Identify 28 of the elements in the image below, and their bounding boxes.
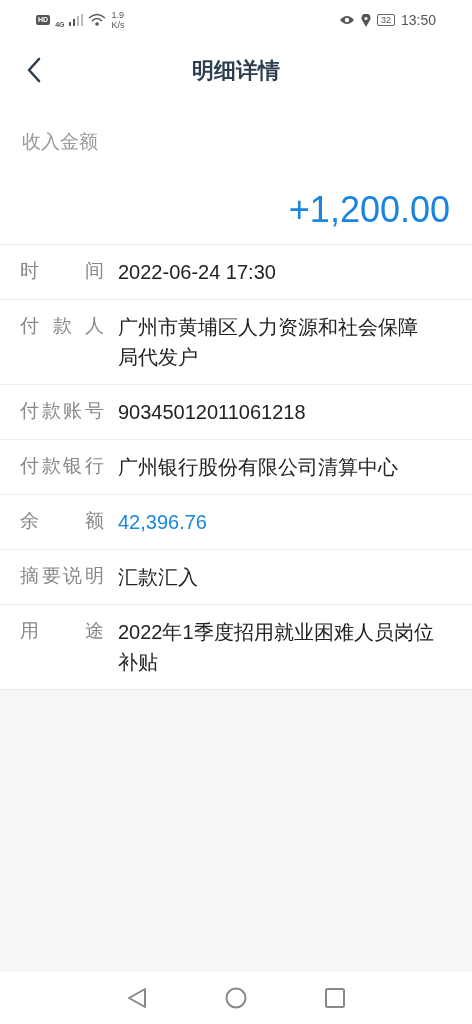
detail-label: 摘要说明 <box>20 564 104 588</box>
detail-label: 付款银行 <box>20 454 104 478</box>
wifi-icon <box>88 13 107 27</box>
detail-value: 广州市黄埔区人力资源和社会保障局代发户 <box>118 315 419 370</box>
network-speed: 1.9 <box>111 10 125 20</box>
home-nav-button[interactable] <box>225 987 247 1009</box>
location-icon <box>360 13 371 27</box>
battery-icon: 32 <box>376 14 395 26</box>
speed-unit: K/s <box>111 20 125 30</box>
detail-label: 付款账号 <box>20 399 104 423</box>
recents-nav-button[interactable] <box>325 988 345 1008</box>
detail-label: 付款人 <box>20 314 104 338</box>
detail-label: 时间 <box>20 259 104 283</box>
detail-value: 广州银行股份有限公司清算中心 <box>118 455 398 480</box>
income-amount: +1,200.00 <box>288 187 450 232</box>
detail-value: 汇款汇入 <box>118 565 198 590</box>
eye-icon <box>338 15 355 25</box>
clock: 13:50 <box>400 10 436 30</box>
detail-value: 2022年1季度招用就业困难人员岗位补贴 <box>118 620 435 675</box>
detail-value: 42,396.76 <box>118 510 207 535</box>
amount-label: 收入金额 <box>22 130 98 154</box>
detail-label: 用途 <box>20 619 104 643</box>
detail-label: 余额 <box>20 509 104 533</box>
back-nav-button[interactable] <box>127 987 147 1009</box>
detail-value: 2022-06-24 17:30 <box>118 260 276 285</box>
page-title: 明细详情 <box>192 56 280 85</box>
detail-value: 90345012011061218 <box>118 400 306 425</box>
signal-icon <box>69 14 84 26</box>
